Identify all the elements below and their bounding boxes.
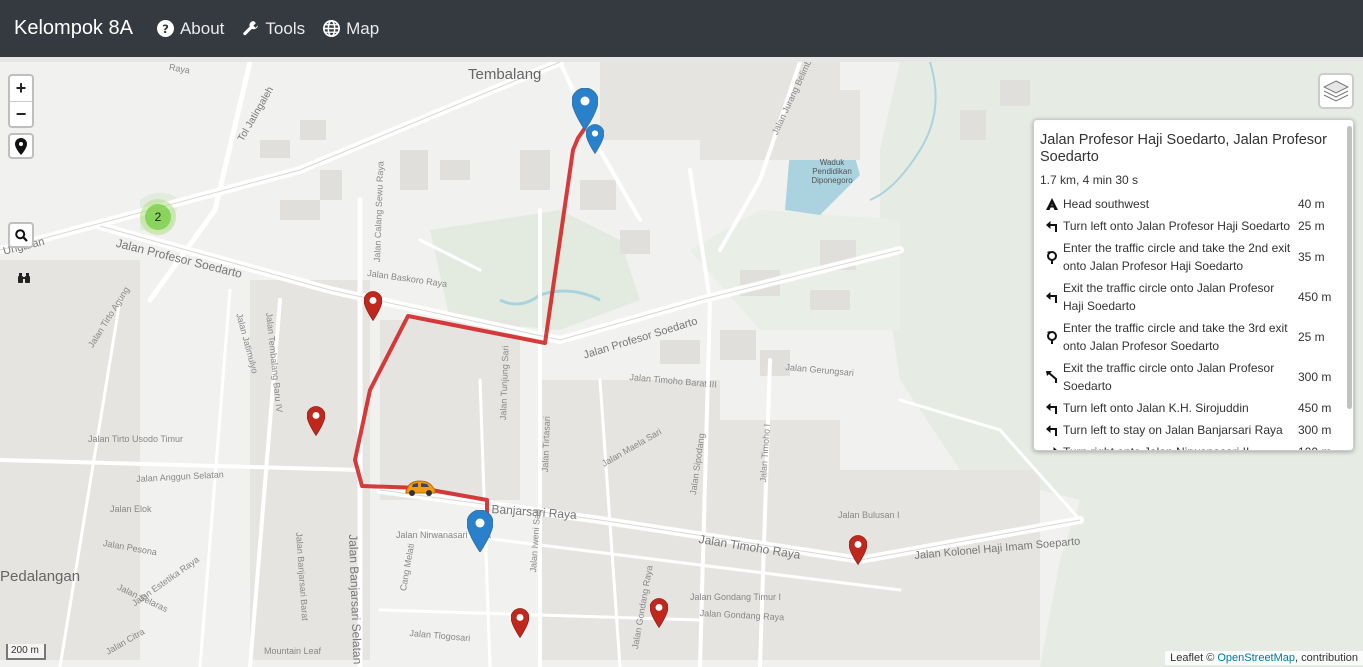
svg-text:?: ? xyxy=(162,22,169,36)
route-step[interactable]: Exit the traffic circle onto Jalan Profe… xyxy=(1040,359,1347,395)
map-label-gondang-timur: Jalan Gondang Timur I xyxy=(690,592,782,602)
route-step-text: Enter the traffic circle and take the 3r… xyxy=(1063,321,1288,353)
nav-about[interactable]: ? About xyxy=(156,18,225,39)
nav-tools[interactable]: Tools xyxy=(242,19,305,39)
map-marker-blue-destination[interactable] xyxy=(467,510,493,552)
route-title: Jalan Profesor Haji Soedarto, Jalan Prof… xyxy=(1040,132,1327,165)
zoom-in-button[interactable]: + xyxy=(10,76,32,101)
map-marker-blue-small[interactable] xyxy=(586,124,604,154)
marker-cluster[interactable]: 2 xyxy=(140,199,176,235)
turn-left-icon xyxy=(1040,219,1063,233)
map-label-mountain-leaf: Mountain Leaf xyxy=(264,646,322,656)
search-icon xyxy=(14,228,28,242)
route-step-distance: 100 m xyxy=(1298,443,1338,450)
wrench-icon xyxy=(243,21,259,36)
osm-link[interactable]: OpenStreetMap xyxy=(1217,652,1295,664)
attribution-suffix: , contribution xyxy=(1295,652,1358,664)
navbar: Kelompok 8A ? About Tools Map xyxy=(0,0,1363,57)
route-step-text: Turn left onto Jalan Profesor Haji Soeda… xyxy=(1063,219,1291,233)
search-button[interactable] xyxy=(8,222,34,248)
question-circle-icon: ? xyxy=(156,20,174,37)
route-step-distance: 25 m xyxy=(1298,330,1325,344)
nav-map[interactable]: Map xyxy=(323,19,379,39)
zoom-control: + − xyxy=(8,74,34,128)
nav-about-label: About xyxy=(179,18,225,38)
route-step[interactable]: Enter the traffic circle and take the 2n… xyxy=(1040,239,1347,275)
map-label-pedalangan: Pedalangan xyxy=(0,568,81,585)
nav-tools-label: Tools xyxy=(265,18,306,38)
route-step-text: Head southwest xyxy=(1063,197,1150,211)
route-step[interactable]: Turn left onto Jalan K.H. Sirojuddin 450 … xyxy=(1040,399,1347,417)
layers-control-button[interactable] xyxy=(1318,73,1354,109)
route-step-distance: 35 m xyxy=(1298,250,1325,264)
globe-icon xyxy=(323,20,341,37)
nav-map-label: Map xyxy=(346,18,380,38)
route-step-text: Turn left onto Jalan K.H. Sirojuddin xyxy=(1063,401,1249,415)
map-marker-red[interactable] xyxy=(849,535,867,565)
route-step-text: Exit the traffic circle onto Jalan Profe… xyxy=(1063,281,1275,313)
attribution: Leaflet © OpenStreetMap, contribution xyxy=(1165,651,1363,665)
cluster-count: 2 xyxy=(145,204,171,230)
route-step[interactable]: Enter the traffic circle and take the 3r… xyxy=(1040,319,1347,355)
routing-panel[interactable]: Jalan Profesor Haji Soedarto, Jalan Prof… xyxy=(1033,119,1354,451)
roundabout-icon xyxy=(1040,330,1063,344)
route-step-text: Turn left to stay on Jalan Banjarsari Ra… xyxy=(1063,423,1283,437)
zoom-out-button[interactable]: − xyxy=(10,101,32,126)
map-marker-red[interactable] xyxy=(511,608,529,638)
route-step[interactable]: Head southwest 40 m xyxy=(1040,195,1347,213)
map-label-tirto-usodo: Jalan Tirto Usodo Timur xyxy=(88,434,184,444)
binoculars-icon xyxy=(18,273,30,283)
map-marker-red[interactable] xyxy=(650,598,668,628)
locate-button[interactable] xyxy=(8,133,34,159)
turn-left-icon xyxy=(1040,290,1063,304)
route-step[interactable]: Turn left to stay on Jalan Banjarsari Ra… xyxy=(1040,421,1347,439)
turn-right-icon xyxy=(1040,445,1063,450)
map-marker-red[interactable] xyxy=(364,291,382,321)
map-label-elok: Jalan Elok xyxy=(110,504,152,514)
car-icon[interactable] xyxy=(403,478,437,498)
map-label-bulusan: Jalan Bulusan I xyxy=(838,510,900,520)
turn-left-icon xyxy=(1040,401,1063,415)
binoculars-button[interactable] xyxy=(14,268,34,288)
route-step-distance: 300 m xyxy=(1298,370,1332,384)
route-step-text: Turn right onto Jalan Nirwanasari II xyxy=(1063,443,1298,450)
map-pin-icon xyxy=(15,137,27,155)
route-step-text: Enter the traffic circle and take the 2n… xyxy=(1063,241,1291,273)
scale-bar: 200 m xyxy=(6,644,46,660)
route-step[interactable]: Turn right onto Jalan Nirwanasari II100 … xyxy=(1040,443,1347,450)
panel-scrollbar[interactable] xyxy=(1347,126,1352,409)
map-label-tirtasari: Jalan Tirtasari xyxy=(540,416,552,473)
map-label-tembalang: Tembalang xyxy=(468,66,542,83)
route-step[interactable]: Exit the traffic circle onto Jalan Profe… xyxy=(1040,279,1347,315)
turn-left-icon xyxy=(1040,423,1063,437)
route-step-distance: 450 m xyxy=(1298,290,1332,304)
map-label-waduk: Waduk Pendidikan Diponegoro xyxy=(811,158,853,185)
depart-icon xyxy=(1040,197,1063,211)
route-step-text: Exit the traffic circle onto Jalan Profe… xyxy=(1063,361,1275,393)
route-step-distance: 40 m xyxy=(1298,197,1325,211)
brand[interactable]: Kelompok 8A xyxy=(14,17,133,40)
roundabout-icon xyxy=(1040,250,1063,264)
slight-left-icon xyxy=(1040,370,1063,384)
route-step-distance: 450 m xyxy=(1298,401,1332,415)
route-steps: Head southwest 40 m Turn left onto Jalan P… xyxy=(1040,195,1347,450)
route-summary: 1.7 km, 4 min 30 s xyxy=(1040,173,1139,187)
attribution-prefix: Leaflet © xyxy=(1170,652,1218,664)
route-step[interactable]: Turn left onto Jalan Profesor Haji Soeda… xyxy=(1040,217,1347,235)
map-marker-red[interactable] xyxy=(307,406,325,436)
route-step-distance: 25 m xyxy=(1298,219,1325,233)
route-step-distance: 300 m xyxy=(1298,423,1332,437)
layers-icon xyxy=(1323,80,1349,102)
